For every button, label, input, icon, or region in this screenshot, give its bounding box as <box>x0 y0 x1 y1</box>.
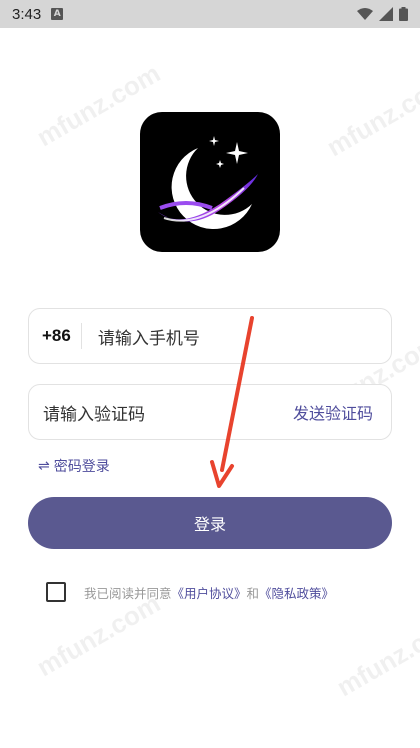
watermark: mfunz.com <box>321 67 420 163</box>
code-input[interactable]: 请输入验证码 <box>43 400 145 425</box>
country-code[interactable]: +86 <box>29 326 81 346</box>
password-login-link[interactable]: ⇌ 密码登录 <box>38 456 110 476</box>
signal-icon <box>379 7 393 21</box>
agreement-checkbox[interactable] <box>46 582 66 602</box>
swap-icon: ⇌ <box>38 458 50 474</box>
notification-icon: A <box>51 8 64 20</box>
status-time: 3:43 <box>12 5 42 23</box>
send-code-button[interactable]: 发送验证码 <box>293 400 373 424</box>
agreement-prefix: 我已阅读并同意 <box>84 585 172 601</box>
divider <box>80 323 82 349</box>
user-agreement-link[interactable]: 《用户协议》 <box>172 583 247 602</box>
login-button[interactable]: 登录 <box>28 497 392 549</box>
moon-logo-icon <box>158 136 258 229</box>
battery-icon <box>399 7 408 21</box>
agreement-and: 和 <box>246 585 260 601</box>
phone-input[interactable]: 请输入手机号 <box>98 324 200 349</box>
wifi-icon <box>357 8 373 20</box>
watermark: mfunz.com <box>331 607 420 703</box>
watermark: mfunz.com <box>31 587 166 683</box>
verification-code-field[interactable]: 请输入验证码 发送验证码 <box>28 384 392 440</box>
agreement-row: 我已阅读并同意 《用户协议》 和 《隐私政策》 <box>46 582 334 602</box>
password-login-label: 密码登录 <box>53 459 110 475</box>
privacy-policy-link[interactable]: 《隐私政策》 <box>259 583 334 602</box>
app-logo <box>140 112 280 252</box>
status-bar: 3:43 A <box>0 0 420 28</box>
phone-field[interactable]: +86 请输入手机号 <box>28 308 392 364</box>
status-icons <box>357 7 408 21</box>
